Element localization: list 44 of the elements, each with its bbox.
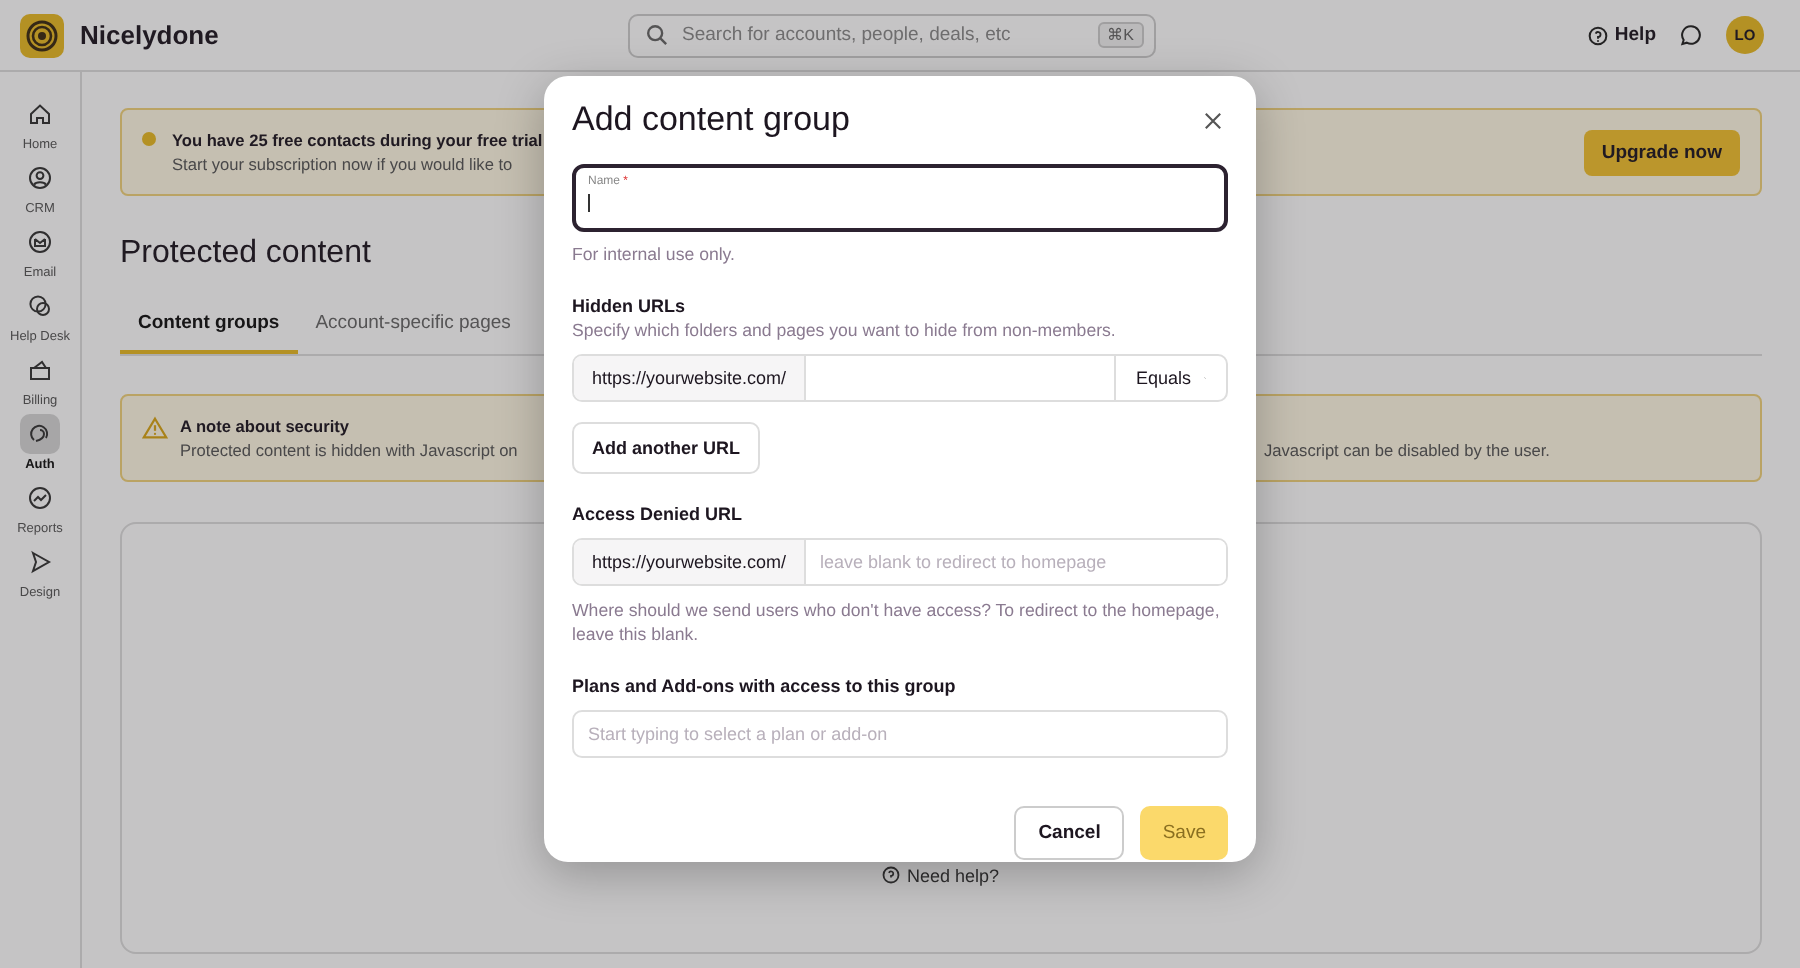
search-field[interactable]: Search for accounts, people, deals, etc ⌘K <box>628 13 1156 57</box>
field-hint: For internal use only. <box>572 242 735 266</box>
section-label: Access Denied URL <box>572 502 743 526</box>
help-button[interactable]: Help <box>1588 24 1656 46</box>
chat-bubbles-icon <box>28 294 52 318</box>
tab[interactable]: Account-specific pages <box>297 300 529 354</box>
person-icon <box>28 166 52 190</box>
note-title: A note about security <box>180 416 350 436</box>
search-input[interactable]: Search for accounts, people, deals, etc <box>678 22 1088 48</box>
add-url-button[interactable]: Add another URL <box>572 422 760 474</box>
banner-text: Start your subscription now if you would like to <box>172 154 513 174</box>
cursor-icon <box>28 550 52 574</box>
section-description: Specify which folders and pages you want to hide from non-members. <box>572 318 1116 342</box>
url-field[interactable]: https://yourwebsite.com/ Equals <box>572 354 1228 402</box>
url-prefix: https://yourwebsite.com/ <box>574 540 806 584</box>
warning-icon <box>142 416 168 440</box>
url-prefix: https://yourwebsite.com/ <box>574 356 806 400</box>
help-link[interactable]: Need help? <box>882 864 1000 886</box>
help-icon <box>1588 25 1609 45</box>
note-text: Protected content is hidden with Javascript on <box>180 440 518 460</box>
plan-search-field[interactable]: Start typing to select a plan or add-on <box>572 710 1228 758</box>
dialog-title: Add content group <box>572 100 850 140</box>
cancel-button[interactable]: Cancel <box>1014 806 1125 860</box>
section-label: Plans and Add-ons with access to this group <box>572 674 956 698</box>
upgrade-button[interactable]: Upgrade now <box>1583 129 1740 175</box>
app-name: Nicelydone <box>80 20 219 50</box>
close-icon[interactable] <box>1200 108 1224 132</box>
url-field[interactable]: https://yourwebsite.com/ leave blank to redirect to homepage <box>572 538 1228 586</box>
match-dropdown[interactable]: Equals <box>1114 356 1226 400</box>
tab[interactable]: Content groups <box>120 300 298 354</box>
chat-icon[interactable] <box>1680 24 1702 46</box>
logo-icon <box>20 13 64 57</box>
field-hint: Where should we send users who don't have access? To redirect to the homepage, leave this blank. <box>572 598 1222 646</box>
shortcut-hint: ⌘K <box>1097 22 1144 48</box>
search-icon <box>646 24 668 46</box>
mail-icon <box>28 230 52 254</box>
note-text: Javascript can be disabled by the user. <box>1264 440 1550 460</box>
info-icon <box>142 132 156 146</box>
banner-title: You have 25 free contacts during your free trial <box>172 130 543 150</box>
section-label: Hidden URLs <box>572 294 686 318</box>
chart-icon <box>28 486 52 510</box>
page-title: Protected content <box>120 236 371 272</box>
home-icon <box>28 102 52 126</box>
help-icon <box>882 866 901 884</box>
